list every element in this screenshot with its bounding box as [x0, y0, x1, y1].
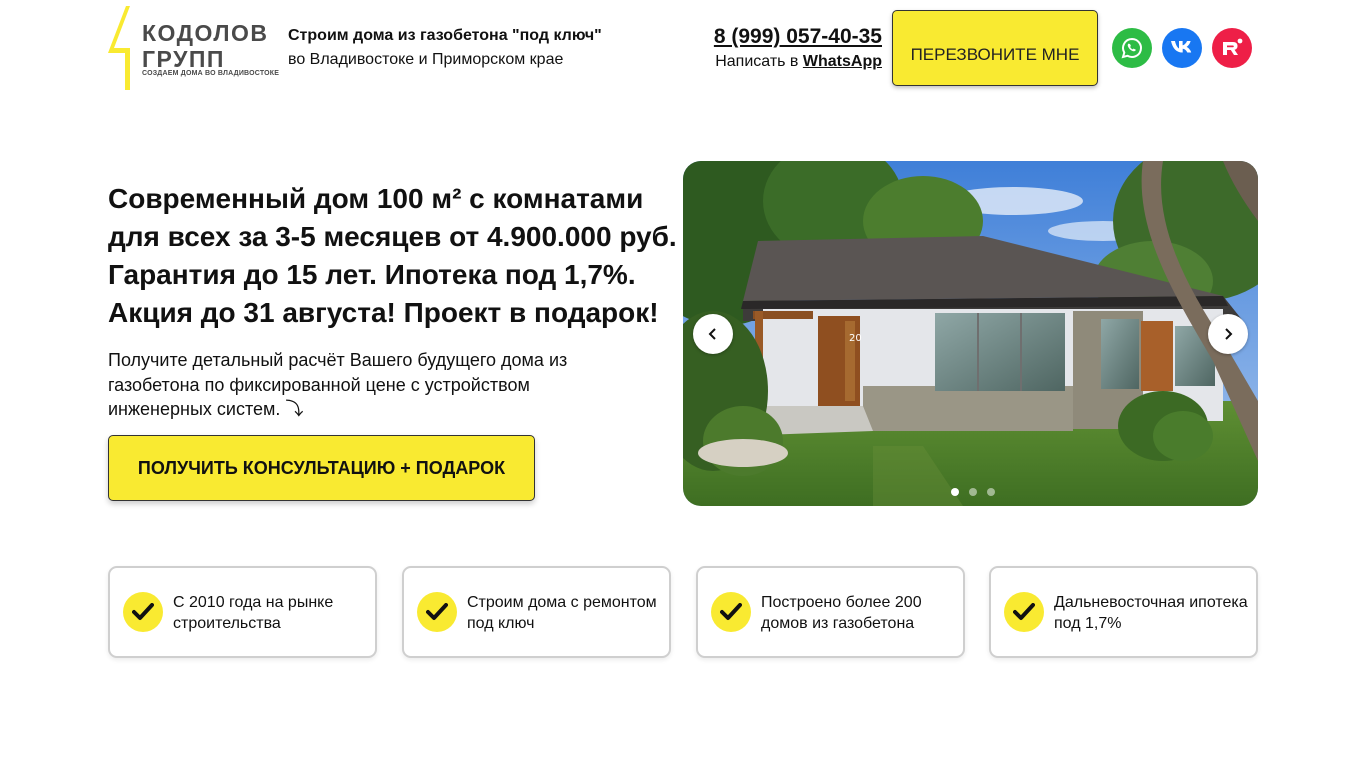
checkmark-icon — [1004, 592, 1044, 632]
logo-line2: ГРУПП — [142, 46, 225, 72]
feature-card: Дальневосточная ипотека под 1,7% — [989, 566, 1258, 658]
whatsapp-icon — [1121, 37, 1142, 59]
whatsapp-line: Написать в WhatsApp — [714, 53, 882, 71]
logo-line1: КОДОЛОВ — [142, 20, 269, 46]
hero-subtitle: Получите детальный расчёт Вашего будущег… — [108, 350, 568, 419]
house-image-slider[interactable]: 20 — [683, 161, 1258, 506]
checkmark-icon — [711, 592, 751, 632]
checkmark-icon — [417, 592, 457, 632]
whatsapp-prefix: Написать в — [715, 53, 799, 70]
chevron-left-icon — [708, 328, 716, 340]
logo-subline: СОЗДАЕМ ДОМА ВО ВЛАДИВОСТОКЕ — [142, 70, 280, 77]
feature-card: Строим дома с ремонтом под ключ — [402, 566, 671, 658]
header-tagline: Строим дома из газобетона "под ключ" во … — [288, 26, 602, 72]
hero-title: Современный дом 100 м² с комнатами для в… — [108, 183, 677, 328]
feature-text: Дальневосточная ипотека под 1,7% — [1054, 594, 1248, 632]
contact-block: 8 (999) 057-40-35 Написать в WhatsApp — [714, 24, 882, 71]
consultation-button[interactable]: ПОЛУЧИТЬ КОНСУЛЬТАЦИЮ + ПОДАРОК — [108, 435, 535, 501]
tagline-regular: во Владивостоке и Приморском крае — [288, 51, 564, 68]
slider-dot-1[interactable] — [951, 488, 959, 496]
feature-text: Построено более 200 домов из газобетона — [761, 594, 922, 632]
vk-social-button[interactable] — [1162, 28, 1202, 68]
whatsapp-link[interactable]: WhatsApp — [803, 53, 882, 70]
callback-button[interactable]: ПЕРЕЗВОНИТЕ МНЕ — [892, 10, 1098, 86]
tagline-bold: Строим дома из газобетона "под ключ" — [288, 27, 602, 44]
rutube-icon — [1223, 38, 1243, 55]
chevron-right-icon — [1225, 328, 1233, 340]
slider-dots — [951, 488, 995, 496]
feature-text: Строим дома с ремонтом под ключ — [467, 594, 657, 632]
slider-dot-3[interactable] — [987, 488, 995, 496]
rutube-social-button[interactable] — [1212, 28, 1252, 68]
feature-card: С 2010 года на рынке строительства — [108, 566, 377, 658]
company-logo[interactable]: КОДОЛОВ ГРУПП СОЗДАЕМ ДОМА ВО ВЛАДИВОСТО… — [108, 6, 280, 92]
house-number: 20 — [849, 333, 862, 344]
checkmark-icon — [123, 592, 163, 632]
feature-text: С 2010 года на рынке строительства — [173, 594, 334, 632]
site-header: КОДОЛОВ ГРУПП СОЗДАЕМ ДОМА ВО ВЛАДИВОСТО… — [0, 0, 1366, 100]
feature-card: Построено более 200 домов из газобетона — [696, 566, 965, 658]
whatsapp-social-button[interactable] — [1112, 28, 1152, 68]
slider-prev-button[interactable] — [693, 314, 733, 354]
slider-dot-2[interactable] — [969, 488, 977, 496]
slider-next-button[interactable] — [1208, 314, 1248, 354]
phone-link[interactable]: 8 (999) 057-40-35 — [714, 24, 882, 50]
house-render-image: 20 — [683, 161, 1258, 506]
vk-icon — [1171, 41, 1192, 53]
